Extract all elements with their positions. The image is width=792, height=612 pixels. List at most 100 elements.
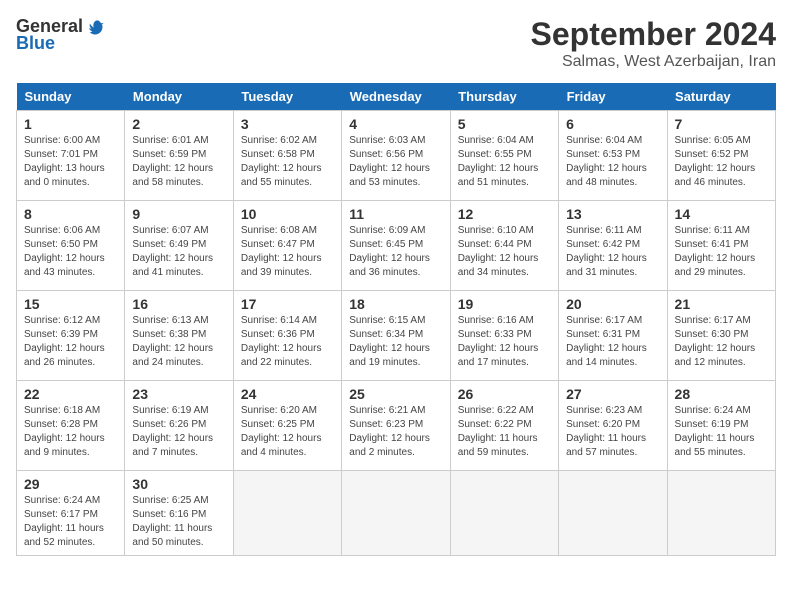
- day-info: Sunrise: 6:06 AM Sunset: 6:50 PM Dayligh…: [24, 224, 117, 280]
- day-number: 2: [132, 116, 225, 132]
- day-cell: 10Sunrise: 6:08 AM Sunset: 6:47 PM Dayli…: [233, 201, 341, 291]
- day-info: Sunrise: 6:13 AM Sunset: 6:38 PM Dayligh…: [132, 314, 225, 370]
- day-info: Sunrise: 6:24 AM Sunset: 6:17 PM Dayligh…: [24, 494, 117, 550]
- day-cell: 2Sunrise: 6:01 AM Sunset: 6:59 PM Daylig…: [125, 111, 233, 201]
- day-number: 5: [458, 116, 551, 132]
- day-info: Sunrise: 6:24 AM Sunset: 6:19 PM Dayligh…: [675, 404, 768, 460]
- day-cell: [559, 471, 667, 556]
- day-cell: [233, 471, 341, 556]
- day-info: Sunrise: 6:17 AM Sunset: 6:30 PM Dayligh…: [675, 314, 768, 370]
- day-info: Sunrise: 6:23 AM Sunset: 6:20 PM Dayligh…: [566, 404, 659, 460]
- day-info: Sunrise: 6:18 AM Sunset: 6:28 PM Dayligh…: [24, 404, 117, 460]
- day-cell: [342, 471, 450, 556]
- day-info: Sunrise: 6:02 AM Sunset: 6:58 PM Dayligh…: [241, 134, 334, 190]
- day-cell: 9 Sunrise: 6:07 AM Sunset: 6:49 PM Daylig…: [125, 201, 233, 291]
- day-number: 10: [241, 206, 334, 222]
- day-number: 20: [566, 296, 659, 312]
- day-info: Sunrise: 6:19 AM Sunset: 6:26 PM Dayligh…: [132, 404, 225, 460]
- day-info: Sunrise: 6:10 AM Sunset: 6:44 PM Dayligh…: [458, 224, 551, 280]
- day-number: 13: [566, 206, 659, 222]
- day-cell: 11 Sunrise: 6:09 AM Sunset: 6:45 PM Dayli…: [342, 201, 450, 291]
- day-cell: 13Sunrise: 6:11 AM Sunset: 6:42 PM Dayli…: [559, 201, 667, 291]
- day-number: 19: [458, 296, 551, 312]
- day-cell: 21 Sunrise: 6:17 AM Sunset: 6:30 PM Dayli…: [667, 291, 775, 381]
- day-number: 29: [24, 476, 117, 492]
- day-number: 7: [675, 116, 768, 132]
- day-number: 6: [566, 116, 659, 132]
- day-cell: 18 Sunrise: 6:15 AM Sunset: 6:34 PM Dayli…: [342, 291, 450, 381]
- day-cell: 1Sunrise: 6:00 AM Sunset: 7:01 PM Daylig…: [17, 111, 125, 201]
- day-info: Sunrise: 6:05 AM Sunset: 6:52 PM Dayligh…: [675, 134, 768, 190]
- logo-bird-icon: [85, 17, 105, 37]
- day-cell: 7 Sunrise: 6:05 AM Sunset: 6:52 PM Daylig…: [667, 111, 775, 201]
- day-cell: 30Sunrise: 6:25 AM Sunset: 6:16 PM Dayli…: [125, 471, 233, 556]
- day-cell: 28 Sunrise: 6:24 AM Sunset: 6:19 PM Dayli…: [667, 381, 775, 471]
- day-info: Sunrise: 6:03 AM Sunset: 6:56 PM Dayligh…: [349, 134, 442, 190]
- day-cell: 4 Sunrise: 6:03 AM Sunset: 6:56 PM Daylig…: [342, 111, 450, 201]
- day-cell: 3 Sunrise: 6:02 AM Sunset: 6:58 PM Daylig…: [233, 111, 341, 201]
- day-cell: 6Sunrise: 6:04 AM Sunset: 6:53 PM Daylig…: [559, 111, 667, 201]
- day-info: Sunrise: 6:07 AM Sunset: 6:49 PM Dayligh…: [132, 224, 225, 280]
- column-header-wednesday: Wednesday: [342, 83, 450, 111]
- page-header: General Blue September 2024 Salmas, West…: [16, 16, 776, 71]
- week-row-1: 1Sunrise: 6:00 AM Sunset: 7:01 PM Daylig…: [17, 111, 776, 201]
- header-row: SundayMondayTuesdayWednesdayThursdayFrid…: [17, 83, 776, 111]
- day-number: 22: [24, 386, 117, 402]
- day-number: 27: [566, 386, 659, 402]
- day-info: Sunrise: 6:04 AM Sunset: 6:55 PM Dayligh…: [458, 134, 551, 190]
- day-number: 18: [349, 296, 442, 312]
- day-number: 17: [241, 296, 334, 312]
- day-number: 28: [675, 386, 768, 402]
- day-info: Sunrise: 6:20 AM Sunset: 6:25 PM Dayligh…: [241, 404, 334, 460]
- day-info: Sunrise: 6:17 AM Sunset: 6:31 PM Dayligh…: [566, 314, 659, 370]
- column-header-thursday: Thursday: [450, 83, 558, 111]
- day-number: 9: [132, 206, 225, 222]
- day-number: 11: [349, 206, 442, 222]
- day-number: 25: [349, 386, 442, 402]
- week-row-2: 8 Sunrise: 6:06 AM Sunset: 6:50 PM Daylig…: [17, 201, 776, 291]
- day-number: 26: [458, 386, 551, 402]
- location-title: Salmas, West Azerbaijan, Iran: [531, 53, 776, 71]
- title-section: September 2024 Salmas, West Azerbaijan, …: [531, 16, 776, 71]
- day-info: Sunrise: 6:16 AM Sunset: 6:33 PM Dayligh…: [458, 314, 551, 370]
- day-cell: 17 Sunrise: 6:14 AM Sunset: 6:36 PM Dayli…: [233, 291, 341, 381]
- week-row-5: 29 Sunrise: 6:24 AM Sunset: 6:17 PM Dayli…: [17, 471, 776, 556]
- day-info: Sunrise: 6:21 AM Sunset: 6:23 PM Dayligh…: [349, 404, 442, 460]
- month-title: September 2024: [531, 16, 776, 53]
- day-cell: 27 Sunrise: 6:23 AM Sunset: 6:20 PM Dayli…: [559, 381, 667, 471]
- column-header-friday: Friday: [559, 83, 667, 111]
- day-number: 16: [132, 296, 225, 312]
- calendar-table: SundayMondayTuesdayWednesdayThursdayFrid…: [16, 83, 776, 556]
- day-cell: 24Sunrise: 6:20 AM Sunset: 6:25 PM Dayli…: [233, 381, 341, 471]
- day-info: Sunrise: 6:11 AM Sunset: 6:41 PM Dayligh…: [675, 224, 768, 280]
- day-info: Sunrise: 6:14 AM Sunset: 6:36 PM Dayligh…: [241, 314, 334, 370]
- day-cell: 15Sunrise: 6:12 AM Sunset: 6:39 PM Dayli…: [17, 291, 125, 381]
- day-info: Sunrise: 6:09 AM Sunset: 6:45 PM Dayligh…: [349, 224, 442, 280]
- day-info: Sunrise: 6:12 AM Sunset: 6:39 PM Dayligh…: [24, 314, 117, 370]
- day-number: 12: [458, 206, 551, 222]
- column-header-monday: Monday: [125, 83, 233, 111]
- day-cell: 8 Sunrise: 6:06 AM Sunset: 6:50 PM Daylig…: [17, 201, 125, 291]
- day-number: 4: [349, 116, 442, 132]
- week-row-4: 22 Sunrise: 6:18 AM Sunset: 6:28 PM Dayli…: [17, 381, 776, 471]
- day-number: 21: [675, 296, 768, 312]
- day-info: Sunrise: 6:15 AM Sunset: 6:34 PM Dayligh…: [349, 314, 442, 370]
- day-cell: 20 Sunrise: 6:17 AM Sunset: 6:31 PM Dayli…: [559, 291, 667, 381]
- day-info: Sunrise: 6:22 AM Sunset: 6:22 PM Dayligh…: [458, 404, 551, 460]
- day-number: 3: [241, 116, 334, 132]
- day-number: 8: [24, 206, 117, 222]
- day-cell: 19 Sunrise: 6:16 AM Sunset: 6:33 PM Dayli…: [450, 291, 558, 381]
- day-cell: 14 Sunrise: 6:11 AM Sunset: 6:41 PM Dayli…: [667, 201, 775, 291]
- day-cell: 23Sunrise: 6:19 AM Sunset: 6:26 PM Dayli…: [125, 381, 233, 471]
- day-number: 14: [675, 206, 768, 222]
- day-cell: 29 Sunrise: 6:24 AM Sunset: 6:17 PM Dayli…: [17, 471, 125, 556]
- column-header-saturday: Saturday: [667, 83, 775, 111]
- column-header-sunday: Sunday: [17, 83, 125, 111]
- day-cell: 5 Sunrise: 6:04 AM Sunset: 6:55 PM Daylig…: [450, 111, 558, 201]
- day-cell: 22 Sunrise: 6:18 AM Sunset: 6:28 PM Dayli…: [17, 381, 125, 471]
- day-cell: 12 Sunrise: 6:10 AM Sunset: 6:44 PM Dayli…: [450, 201, 558, 291]
- day-cell: [450, 471, 558, 556]
- column-header-tuesday: Tuesday: [233, 83, 341, 111]
- day-info: Sunrise: 6:00 AM Sunset: 7:01 PM Dayligh…: [24, 134, 117, 190]
- logo-blue-text: Blue: [16, 33, 55, 54]
